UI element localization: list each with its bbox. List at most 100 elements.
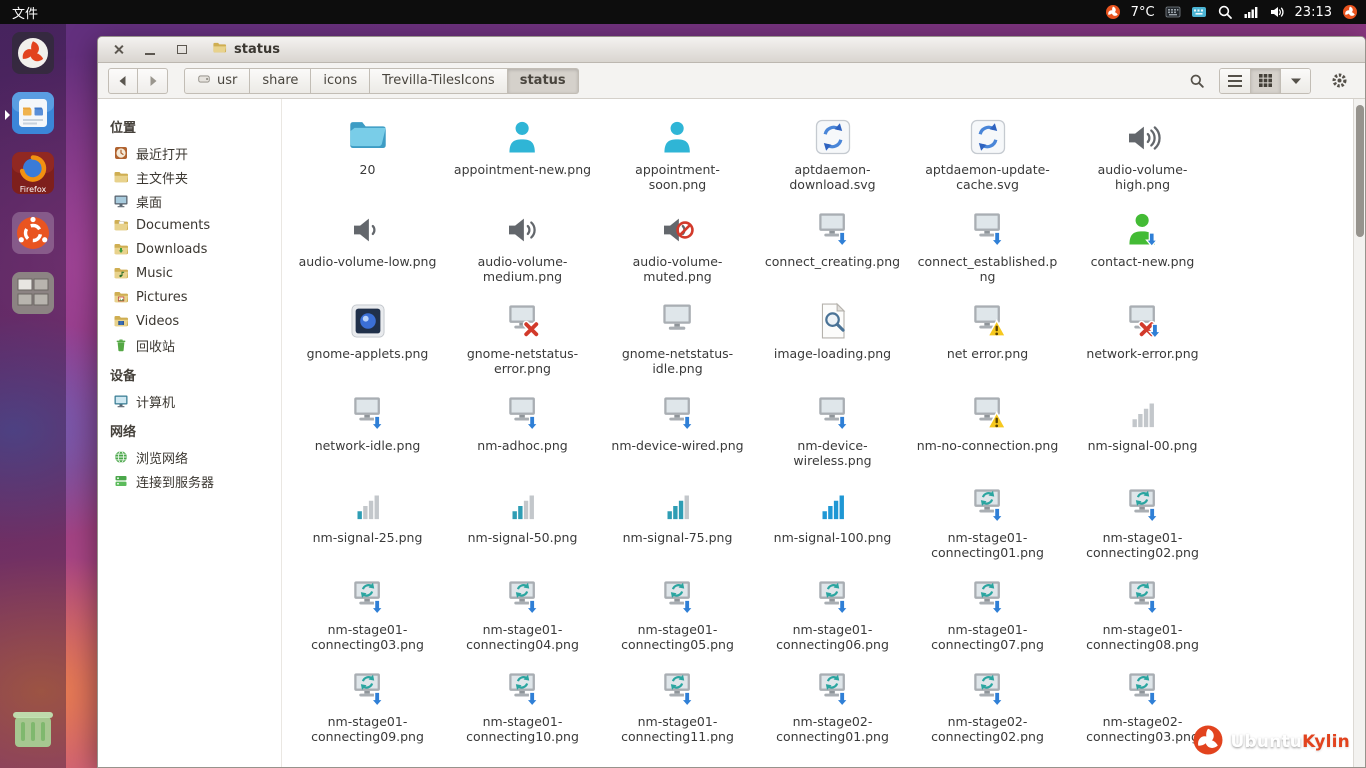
- file-item[interactable]: nm-adhoc.png: [445, 385, 600, 477]
- firefox-icon: Firefox: [9, 149, 57, 201]
- file-item[interactable]: image-loading.png: [755, 293, 910, 385]
- launcher-item-firefox[interactable]: Firefox: [6, 148, 60, 202]
- clock-label[interactable]: 23:13: [1295, 5, 1332, 20]
- sidebar-item-folder-downloads[interactable]: Downloads: [98, 237, 281, 261]
- file-item[interactable]: aptdaemon-download.svg: [755, 109, 910, 201]
- file-item[interactable]: nm-stage01-connecting04.png: [445, 569, 600, 661]
- launcher-item-trash[interactable]: [6, 704, 60, 758]
- list-view-button[interactable]: [1220, 69, 1250, 93]
- file-item[interactable]: nm-signal-00.png: [1065, 385, 1220, 477]
- launcher-item-file-manager[interactable]: [6, 88, 60, 142]
- brand-kylin: Kylin: [1302, 732, 1350, 752]
- launcher: Firefox: [0, 24, 66, 768]
- grid-view-button[interactable]: [1250, 69, 1280, 93]
- keyboard-icon[interactable]: [1165, 4, 1181, 20]
- titlebar[interactable]: status: [98, 37, 1365, 63]
- sidebar-item-home-folder[interactable]: 主文件夹: [98, 165, 281, 189]
- file-item[interactable]: nm-stage02-connecting02.png: [910, 661, 1065, 753]
- options-gear-button[interactable]: [1323, 68, 1355, 94]
- file-item[interactable]: nm-signal-75.png: [600, 477, 755, 569]
- file-item[interactable]: nm-device-wired.png: [600, 385, 755, 477]
- file-item[interactable]: appointment-soon.png: [600, 109, 755, 201]
- file-item[interactable]: nm-stage02-connecting01.png: [755, 661, 910, 753]
- trash-icon: [9, 705, 57, 757]
- breadcrumb-usr[interactable]: usr: [184, 68, 250, 94]
- file-name: nm-signal-75.png: [623, 530, 733, 545]
- view-menu-chevron-button[interactable]: [1280, 69, 1310, 93]
- file-item[interactable]: network-error.png: [1065, 293, 1220, 385]
- back-button[interactable]: [108, 68, 138, 94]
- forward-button[interactable]: [138, 68, 168, 94]
- launcher-item-dash-home[interactable]: [6, 28, 60, 82]
- search-icon[interactable]: [1217, 4, 1233, 20]
- network-signal-icon[interactable]: [1243, 4, 1259, 20]
- file-item[interactable]: audio-volume-low.png: [290, 201, 445, 293]
- file-item[interactable]: nm-stage01-connecting01.png: [910, 477, 1065, 569]
- file-item[interactable]: nm-stage01-connecting02.png: [1065, 477, 1220, 569]
- file-item[interactable]: nm-stage01-connecting08.png: [1065, 569, 1220, 661]
- sidebar-item-desktop[interactable]: 桌面: [98, 189, 281, 213]
- sidebar-item-folder-pictures[interactable]: Pictures: [98, 285, 281, 309]
- file-item[interactable]: connect_established.png: [910, 201, 1065, 293]
- input-method-icon[interactable]: [1191, 4, 1207, 20]
- sidebar-item-recent[interactable]: 最近打开: [98, 141, 281, 165]
- file-name: network-error.png: [1086, 346, 1198, 361]
- launcher-item-workspace-switcher[interactable]: [6, 268, 60, 322]
- file-item[interactable]: nm-device-wireless.png: [755, 385, 910, 477]
- scrollbar[interactable]: [1353, 99, 1365, 767]
- file-item[interactable]: nm-stage01-connecting11.png: [600, 661, 755, 753]
- file-item[interactable]: nm-stage01-connecting05.png: [600, 569, 755, 661]
- file-item[interactable]: 20: [290, 109, 445, 201]
- file-item[interactable]: nm-signal-25.png: [290, 477, 445, 569]
- file-item[interactable]: network-idle.png: [290, 385, 445, 477]
- file-name: nm-stage01-connecting05.png: [607, 622, 749, 652]
- file-item[interactable]: contact-new.png: [1065, 201, 1220, 293]
- file-item[interactable]: nm-signal-100.png: [755, 477, 910, 569]
- file-item[interactable]: net error.png: [910, 293, 1065, 385]
- file-name: nm-stage01-connecting02.png: [1072, 530, 1214, 560]
- volume-icon[interactable]: [1269, 4, 1285, 20]
- file-name: nm-signal-100.png: [774, 530, 892, 545]
- server-connect-icon: [113, 473, 129, 489]
- file-item[interactable]: connect_creating.png: [755, 201, 910, 293]
- sidebar-item-label: Documents: [136, 218, 210, 233]
- launcher-item-software-center[interactable]: [6, 208, 60, 262]
- file-item[interactable]: nm-stage01-connecting10.png: [445, 661, 600, 753]
- sidebar-item-folder-videos[interactable]: Videos: [98, 309, 281, 333]
- search-button[interactable]: [1181, 68, 1213, 94]
- file-item[interactable]: nm-stage01-connecting09.png: [290, 661, 445, 753]
- close-button[interactable]: [110, 42, 126, 58]
- file-item[interactable]: gnome-applets.png: [290, 293, 445, 385]
- file-item[interactable]: audio-volume-high.png: [1065, 109, 1220, 201]
- sidebar-item-server-connect[interactable]: 连接到服务器: [98, 469, 281, 493]
- file-item[interactable]: appointment-new.png: [445, 109, 600, 201]
- file-item[interactable]: gnome-netstatus-error.png: [445, 293, 600, 385]
- appmenu-files[interactable]: 文件: [0, 3, 50, 22]
- breadcrumb-status[interactable]: status: [508, 68, 579, 94]
- file-item[interactable]: gnome-netstatus-idle.png: [600, 293, 755, 385]
- folder-documents-icon: [113, 217, 129, 233]
- scrollbar-thumb[interactable]: [1356, 105, 1364, 237]
- sidebar-item-computer[interactable]: 计算机: [98, 389, 281, 413]
- file-item[interactable]: nm-signal-50.png: [445, 477, 600, 569]
- file-item[interactable]: audio-volume-muted.png: [600, 201, 755, 293]
- recent-icon: [113, 145, 129, 161]
- session-icon[interactable]: [1342, 4, 1358, 20]
- file-item[interactable]: nm-no-connection.png: [910, 385, 1065, 477]
- sidebar-item-trash-side[interactable]: 回收站: [98, 333, 281, 357]
- file-item[interactable]: aptdaemon-update-cache.svg: [910, 109, 1065, 201]
- file-item[interactable]: nm-stage01-connecting03.png: [290, 569, 445, 661]
- file-item[interactable]: audio-volume-medium.png: [445, 201, 600, 293]
- breadcrumb-icons[interactable]: icons: [311, 68, 370, 94]
- file-item[interactable]: nm-stage01-connecting07.png: [910, 569, 1065, 661]
- sidebar-item-folder-documents[interactable]: Documents: [98, 213, 281, 237]
- sidebar-item-folder-music[interactable]: Music: [98, 261, 281, 285]
- sidebar-item-network-browse[interactable]: 浏览网络: [98, 445, 281, 469]
- minimize-button[interactable]: [142, 42, 158, 58]
- breadcrumb-Trevilla-TilesIcons[interactable]: Trevilla-TilesIcons: [370, 68, 508, 94]
- weather-icon[interactable]: [1105, 4, 1121, 20]
- breadcrumb-share[interactable]: share: [250, 68, 311, 94]
- file-item[interactable]: nm-stage01-connecting06.png: [755, 569, 910, 661]
- close-icon: [113, 44, 124, 55]
- maximize-button[interactable]: [174, 42, 190, 58]
